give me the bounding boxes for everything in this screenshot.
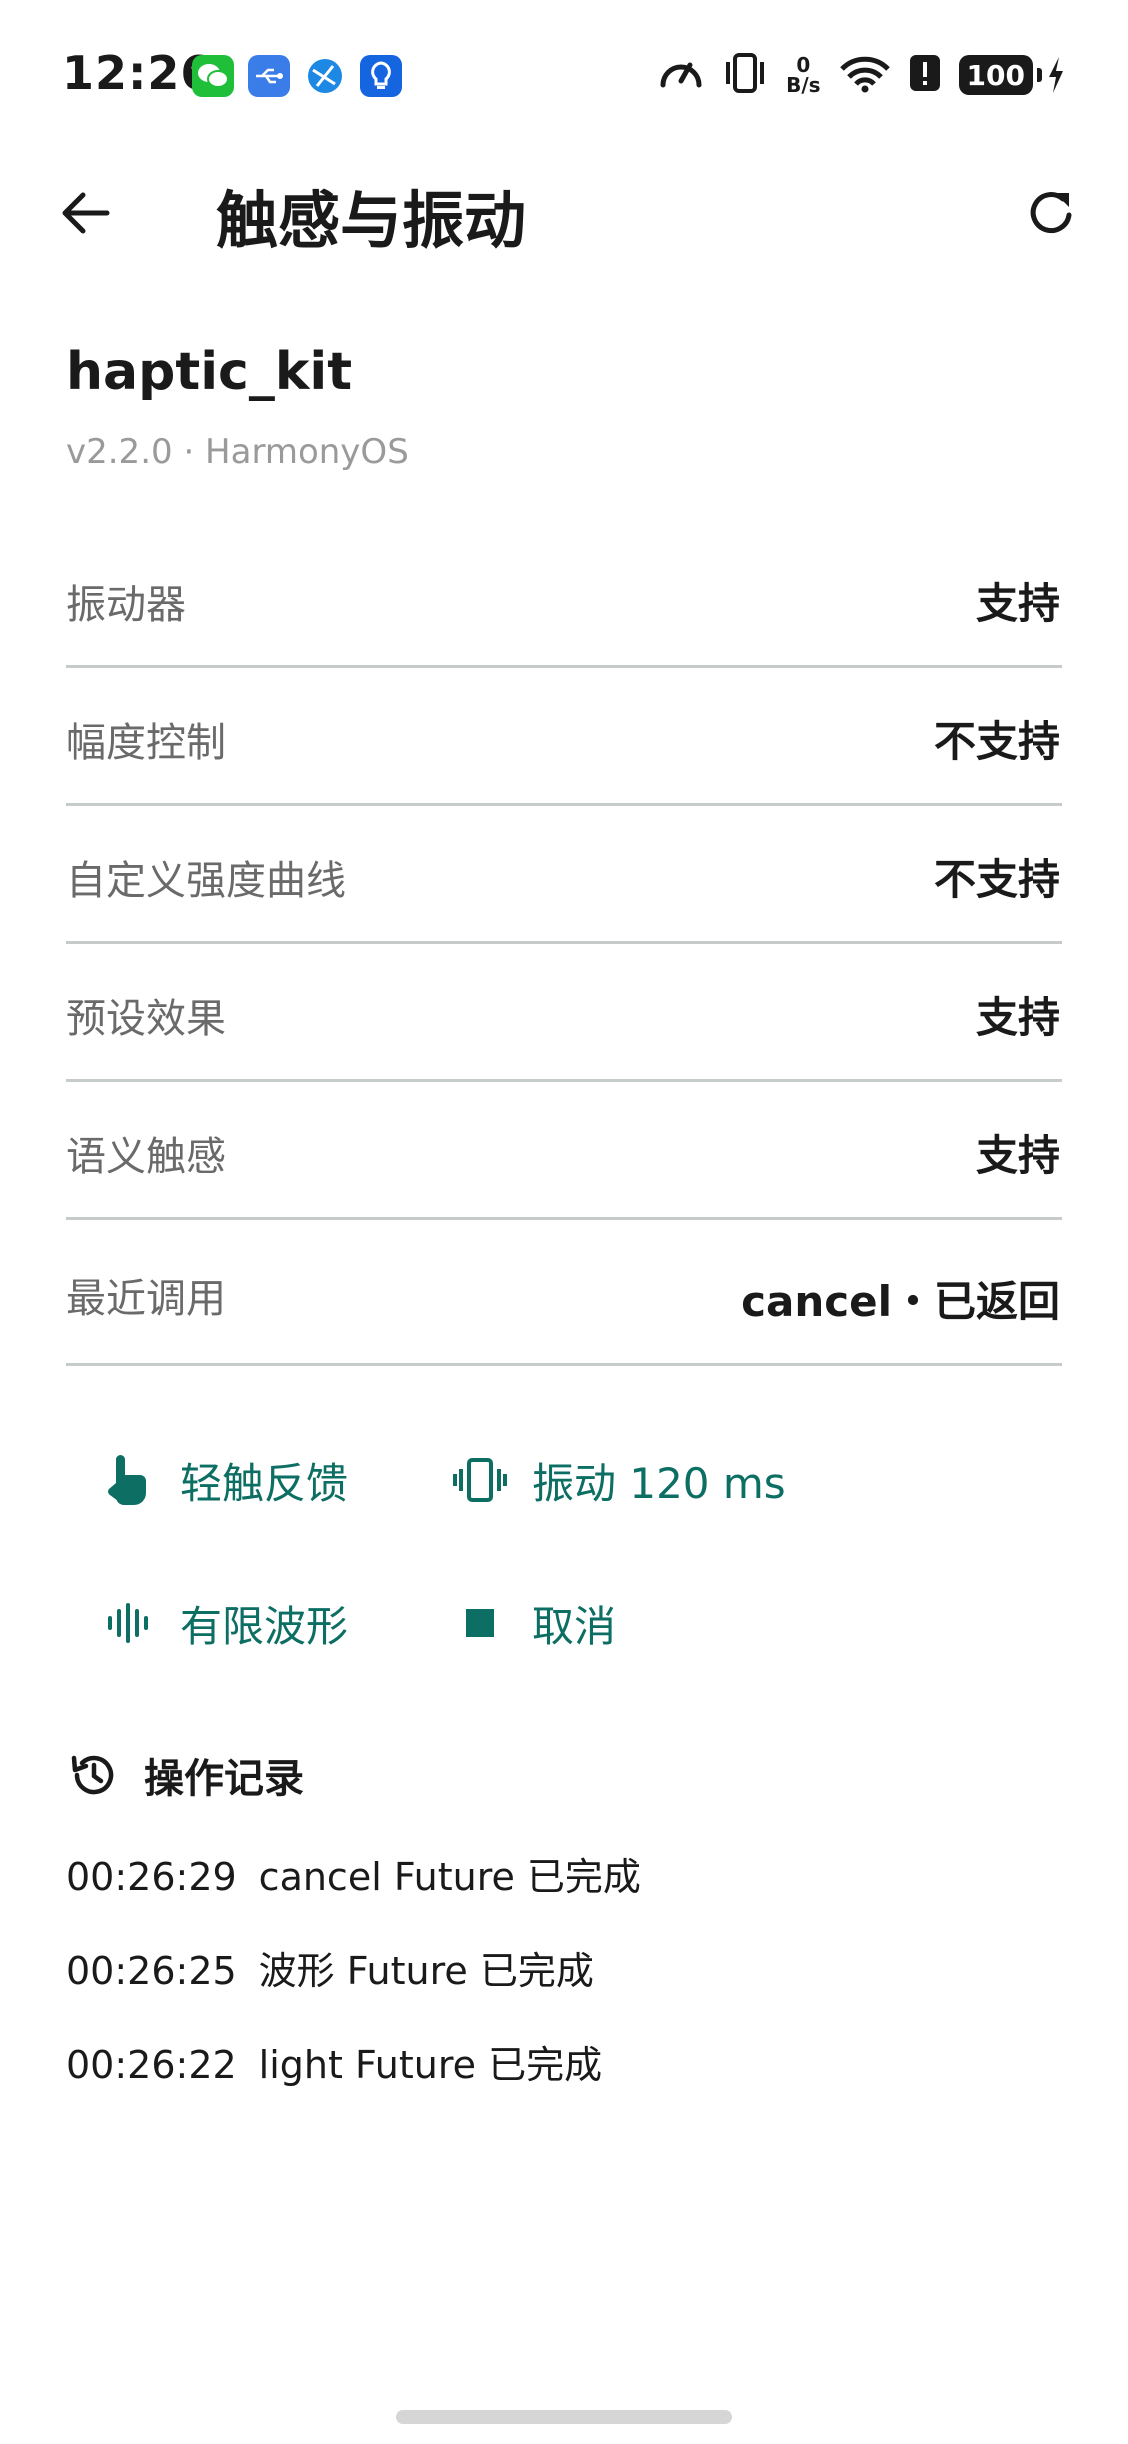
refresh-icon <box>1030 192 1072 234</box>
capability-row: 振动器 支持 <box>66 530 1062 668</box>
browser-icon <box>304 55 346 97</box>
tips-icon <box>360 55 402 97</box>
log-time: 00:26:29 <box>66 1855 237 1899</box>
home-indicator[interactable] <box>396 2410 732 2424</box>
capability-value: 不支持 <box>933 717 1060 766</box>
log-title: 操作记录 <box>144 1756 304 1802</box>
net-speed-value: 0 <box>796 53 811 77</box>
log-item: 00:26:22 light Future 已完成 <box>66 2034 641 2128</box>
battery-icon: 100 <box>958 55 1066 95</box>
charging-icon <box>1049 57 1063 93</box>
capability-label: 自定义强度曲线 <box>66 858 346 904</box>
light-feedback-button[interactable]: 轻触反馈 <box>98 1440 348 1520</box>
vibration-icon <box>450 1450 510 1510</box>
capability-label: 最近调用 <box>66 1276 226 1322</box>
arrow-left-icon <box>62 192 110 234</box>
capability-row: 最近调用 cancel・已返回 <box>66 1220 1062 1366</box>
capability-row: 预设效果 支持 <box>66 944 1062 1082</box>
capability-value: cancel・已返回 <box>741 1277 1060 1326</box>
log-text: 波形 Future 已完成 <box>258 1949 594 1993</box>
capability-value: 支持 <box>975 1131 1060 1180</box>
log-time: 00:26:22 <box>66 2043 237 2087</box>
log-text: cancel Future 已完成 <box>258 1855 641 1899</box>
stop-icon <box>450 1593 510 1653</box>
refresh-button[interactable] <box>1018 178 1088 248</box>
usb-icon <box>248 55 290 97</box>
kit-meta: v2.2.0 · HarmonyOS <box>66 432 409 472</box>
cancel-label: 取消 <box>532 1601 617 1651</box>
capability-label: 预设效果 <box>66 996 226 1042</box>
light-feedback-label: 轻触反馈 <box>180 1458 349 1508</box>
app-bar: 触感与振动 <box>0 150 1128 280</box>
capability-value: 不支持 <box>933 855 1060 904</box>
system-icons: 0 B/s 100 <box>658 52 1066 98</box>
screen: 12:26 0 B/s 100 触感与振动 haptic_kit v2.2.0 … <box>0 0 1128 2444</box>
capability-row: 幅度控制 不支持 <box>66 668 1062 806</box>
waveform-icon <box>98 1593 158 1653</box>
log-time: 00:26:25 <box>66 1949 237 1993</box>
log-text: light Future 已完成 <box>258 2043 603 2087</box>
net-speed: 0 B/s <box>786 55 820 95</box>
capability-row: 语义触感 支持 <box>66 1082 1062 1220</box>
wifi-icon <box>839 53 891 97</box>
log-item: 00:26:25 波形 Future 已完成 <box>66 1940 641 2034</box>
cancel-button[interactable]: 取消 <box>450 1583 616 1663</box>
status-time: 12:26 <box>62 46 214 100</box>
page-title: 触感与振动 <box>216 184 527 257</box>
net-speed-unit: B/s <box>786 73 821 97</box>
capability-row: 自定义强度曲线 不支持 <box>66 806 1062 944</box>
touch-icon <box>98 1450 158 1510</box>
log-header: 操作记录 <box>66 1746 304 1804</box>
status-bar: 12:26 0 B/s 100 <box>0 0 1128 150</box>
vibrate-mode-icon <box>722 52 768 98</box>
capability-value: 支持 <box>975 993 1060 1042</box>
log-list: 00:26:29 cancel Future 已完成 00:26:25 波形 Fut… <box>66 1846 641 2128</box>
kit-name: haptic_kit <box>66 342 353 402</box>
vibrate-button[interactable]: 振动 120 ms <box>450 1440 786 1520</box>
back-button[interactable] <box>50 178 120 248</box>
capability-label: 语义触感 <box>66 1134 226 1180</box>
vibrate-label: 振动 120 ms <box>532 1458 786 1508</box>
battery-level: 100 <box>958 55 1033 95</box>
log-item: 00:26:29 cancel Future 已完成 <box>66 1846 641 1940</box>
alert-icon <box>909 53 941 97</box>
notification-icons <box>192 55 402 97</box>
waveform-label: 有限波形 <box>180 1601 349 1651</box>
waveform-button[interactable]: 有限波形 <box>98 1583 348 1663</box>
capability-label: 幅度控制 <box>66 720 226 766</box>
capability-label: 振动器 <box>66 582 186 628</box>
capability-value: 支持 <box>975 579 1060 628</box>
history-icon <box>66 1748 120 1802</box>
speedometer-icon <box>658 53 704 97</box>
capability-list: 振动器 支持 幅度控制 不支持 自定义强度曲线 不支持 预设效果 支持 语义触感… <box>66 530 1062 1366</box>
battery-tip <box>1037 68 1042 82</box>
wechat-icon <box>192 55 234 97</box>
